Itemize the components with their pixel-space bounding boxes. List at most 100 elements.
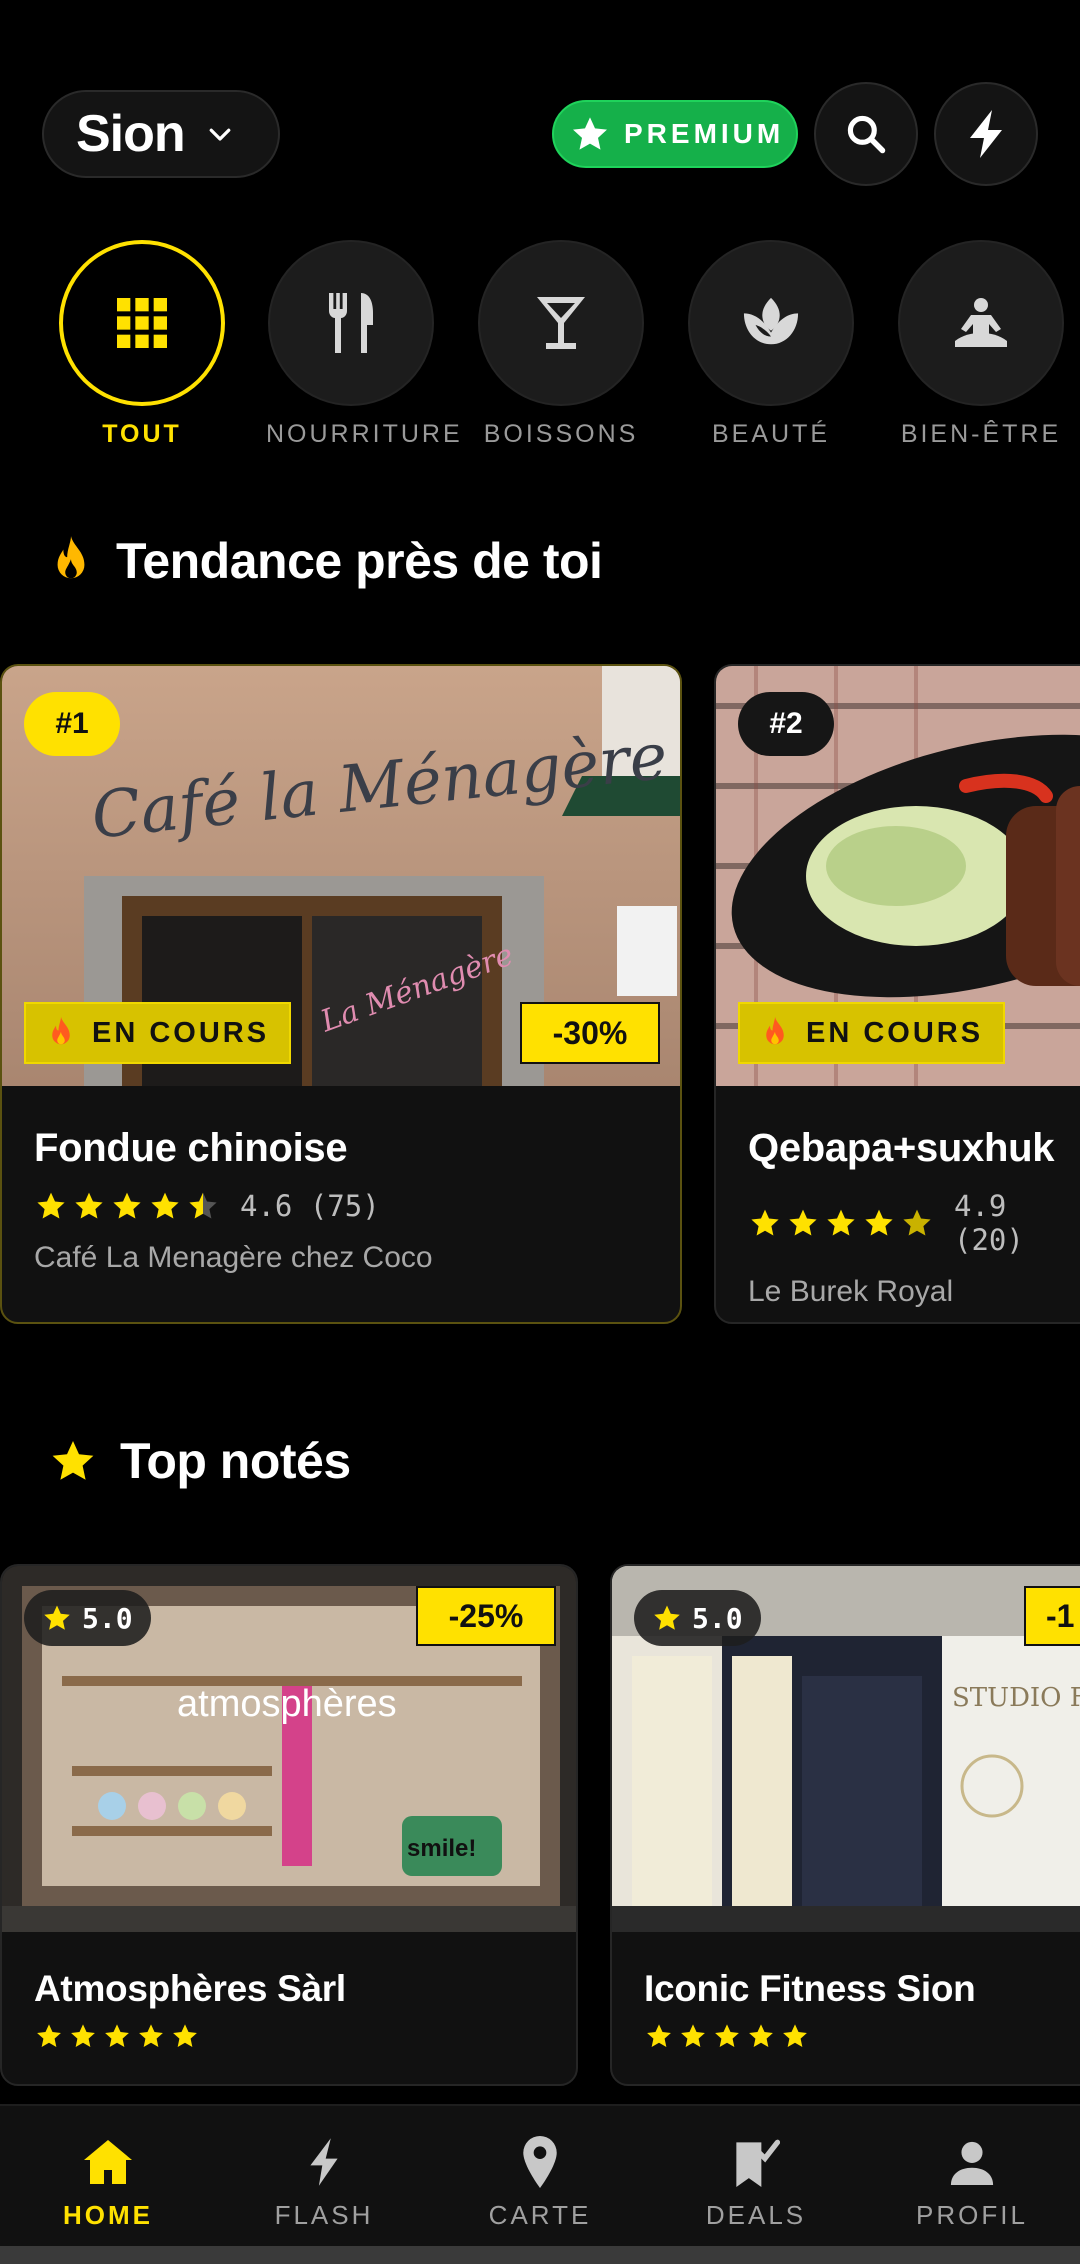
venue-name: Le Burek Royal xyxy=(748,1275,954,1308)
card-body: Fondue chinoise 4.6 (75) Café La Menagèr… xyxy=(34,1126,660,1275)
star-icon xyxy=(105,2024,129,2047)
trending-card-1[interactable]: Café la Ménagère La Ménagère #1 EN COURS… xyxy=(0,664,682,1324)
star-rating xyxy=(34,1190,220,1222)
star-icon xyxy=(654,1605,680,1630)
star-icon xyxy=(44,1605,70,1630)
nav-carte[interactable]: CARTE xyxy=(432,2134,648,2231)
city-name: Sion xyxy=(76,105,186,163)
meditation-icon xyxy=(955,298,1007,347)
gym-sign-text: STUDIO FITNESS xyxy=(952,1683,1080,1713)
category-tout[interactable]: TOUT xyxy=(57,240,227,449)
search-button[interactable] xyxy=(814,82,918,186)
star-icon xyxy=(113,1192,141,1219)
venue-name: Café La Menagère chez Coco xyxy=(34,1241,433,1274)
top-rated-section-title: Top notés xyxy=(48,1432,351,1490)
rating-value: 5.0 xyxy=(692,1601,743,1635)
star-icon xyxy=(37,2024,61,2047)
nav-deals[interactable]: DEALS xyxy=(648,2134,864,2231)
nav-label: DEALS xyxy=(705,2200,807,2230)
flash-button[interactable] xyxy=(934,82,1038,186)
status-badge: EN COURS xyxy=(738,1002,1006,1064)
star-icon xyxy=(749,2024,773,2047)
premium-button[interactable]: PREMIUM xyxy=(552,100,798,168)
rating-badge: 5.0 xyxy=(24,1590,151,1646)
section-title-text: Top notés xyxy=(120,1433,351,1489)
flame-icon xyxy=(57,536,85,579)
star-icon xyxy=(573,117,607,150)
lightning-icon xyxy=(310,2138,338,2186)
star-icon xyxy=(75,1192,103,1219)
category-label: BOISSONS xyxy=(483,420,639,448)
lotus-icon xyxy=(743,297,799,345)
star-icon xyxy=(783,2024,807,2047)
star-icon xyxy=(789,1209,817,1236)
system-nav-bar xyxy=(0,2246,1080,2264)
category-circle xyxy=(478,240,644,406)
rating-text: 4.9 (20) xyxy=(954,1189,1024,1257)
status-label: EN COURS xyxy=(92,1016,270,1049)
rating-badge: 5.0 xyxy=(634,1590,761,1646)
city-selector[interactable]: Sion xyxy=(42,90,280,178)
flame-icon xyxy=(52,1016,70,1045)
star-icon xyxy=(681,2024,705,2047)
star-icon xyxy=(139,2024,163,2047)
map-pin-icon xyxy=(523,2136,557,2188)
bottom-nav: HOME FLASH CARTE DEALS PROFIL xyxy=(0,2104,1080,2246)
star-icon xyxy=(903,1209,931,1236)
section-title-text: Tendance près de toi xyxy=(116,533,603,589)
card-body: Qebapa+suxhuk 4.9 (20) Le Burek Royal xyxy=(748,1126,1080,1309)
category-label: BIEN-ÊTRE xyxy=(900,420,1062,448)
discount-badge: -1 xyxy=(1024,1586,1080,1646)
star-icon xyxy=(827,1209,855,1236)
half-star-icon xyxy=(189,1192,217,1219)
category-circle xyxy=(59,240,225,406)
fork-knife-icon xyxy=(329,293,373,353)
premium-label: PREMIUM xyxy=(624,118,785,149)
bookmark-check-icon xyxy=(736,2139,780,2187)
category-label: BEAUTÉ xyxy=(711,420,831,448)
person-icon xyxy=(950,2141,994,2185)
home-icon xyxy=(84,2140,132,2184)
nav-home[interactable]: HOME xyxy=(0,2134,216,2231)
top-rated-card-2[interactable]: STUDIO FITNESS 5.0 -1 Iconic Fitness Sio… xyxy=(610,1564,1080,2086)
header: Sion PREMIUM xyxy=(42,82,1038,186)
trending-section-title: Tendance près de toi xyxy=(48,532,603,590)
star-rating xyxy=(644,2022,810,2050)
venue-title: Iconic Fitness Sion xyxy=(644,1968,976,2009)
rating-text: 4.6 (75) xyxy=(240,1189,380,1223)
star-icon xyxy=(71,2024,95,2047)
status-badge: EN COURS xyxy=(24,1002,292,1064)
category-bien-etre[interactable]: BIEN-ÊTRE xyxy=(896,240,1066,449)
category-label: TOUT xyxy=(102,420,182,448)
nav-label: HOME xyxy=(63,2200,153,2230)
lightning-icon xyxy=(970,110,1002,158)
card-body: Iconic Fitness Sion xyxy=(644,1968,1080,2050)
star-icon xyxy=(52,1441,94,1480)
shop-sign-text: smile! xyxy=(407,1835,476,1862)
category-label: NOURRITURE xyxy=(266,420,463,448)
card-body: Atmosphères Sàrl xyxy=(34,1968,556,2050)
nav-label: PROFIL xyxy=(916,2200,1028,2230)
rating-row xyxy=(34,2022,556,2050)
star-icon xyxy=(173,2024,197,2047)
star-rating xyxy=(34,2022,200,2050)
rating-row xyxy=(644,2022,1080,2050)
category-boissons[interactable]: BOISSONS xyxy=(476,240,646,449)
category-nourriture[interactable]: NOURRITURE xyxy=(266,240,463,449)
top-rated-card-1[interactable]: atmosphères smile! 5.0 -25% Atmosphères … xyxy=(0,1564,578,2086)
star-icon xyxy=(647,2024,671,2047)
rank-badge: #2 xyxy=(738,692,834,756)
rating-row: 4.6 (75) xyxy=(34,1189,660,1223)
rank-badge: #1 xyxy=(24,692,120,756)
discount-badge: -25% xyxy=(416,1586,556,1646)
nav-profil[interactable]: PROFIL xyxy=(864,2134,1080,2231)
star-icon xyxy=(865,1209,893,1236)
nav-flash[interactable]: FLASH xyxy=(216,2134,432,2231)
cocktail-icon xyxy=(537,297,585,349)
category-beaute[interactable]: BEAUTÉ xyxy=(686,240,856,449)
category-circle xyxy=(898,240,1064,406)
trending-card-2[interactable]: #2 EN COURS Qebapa+suxhuk 4.9 (20) Le Bu… xyxy=(714,664,1080,1324)
star-icon xyxy=(37,1192,65,1219)
star-icon xyxy=(751,1209,779,1236)
star-icon xyxy=(151,1192,179,1219)
